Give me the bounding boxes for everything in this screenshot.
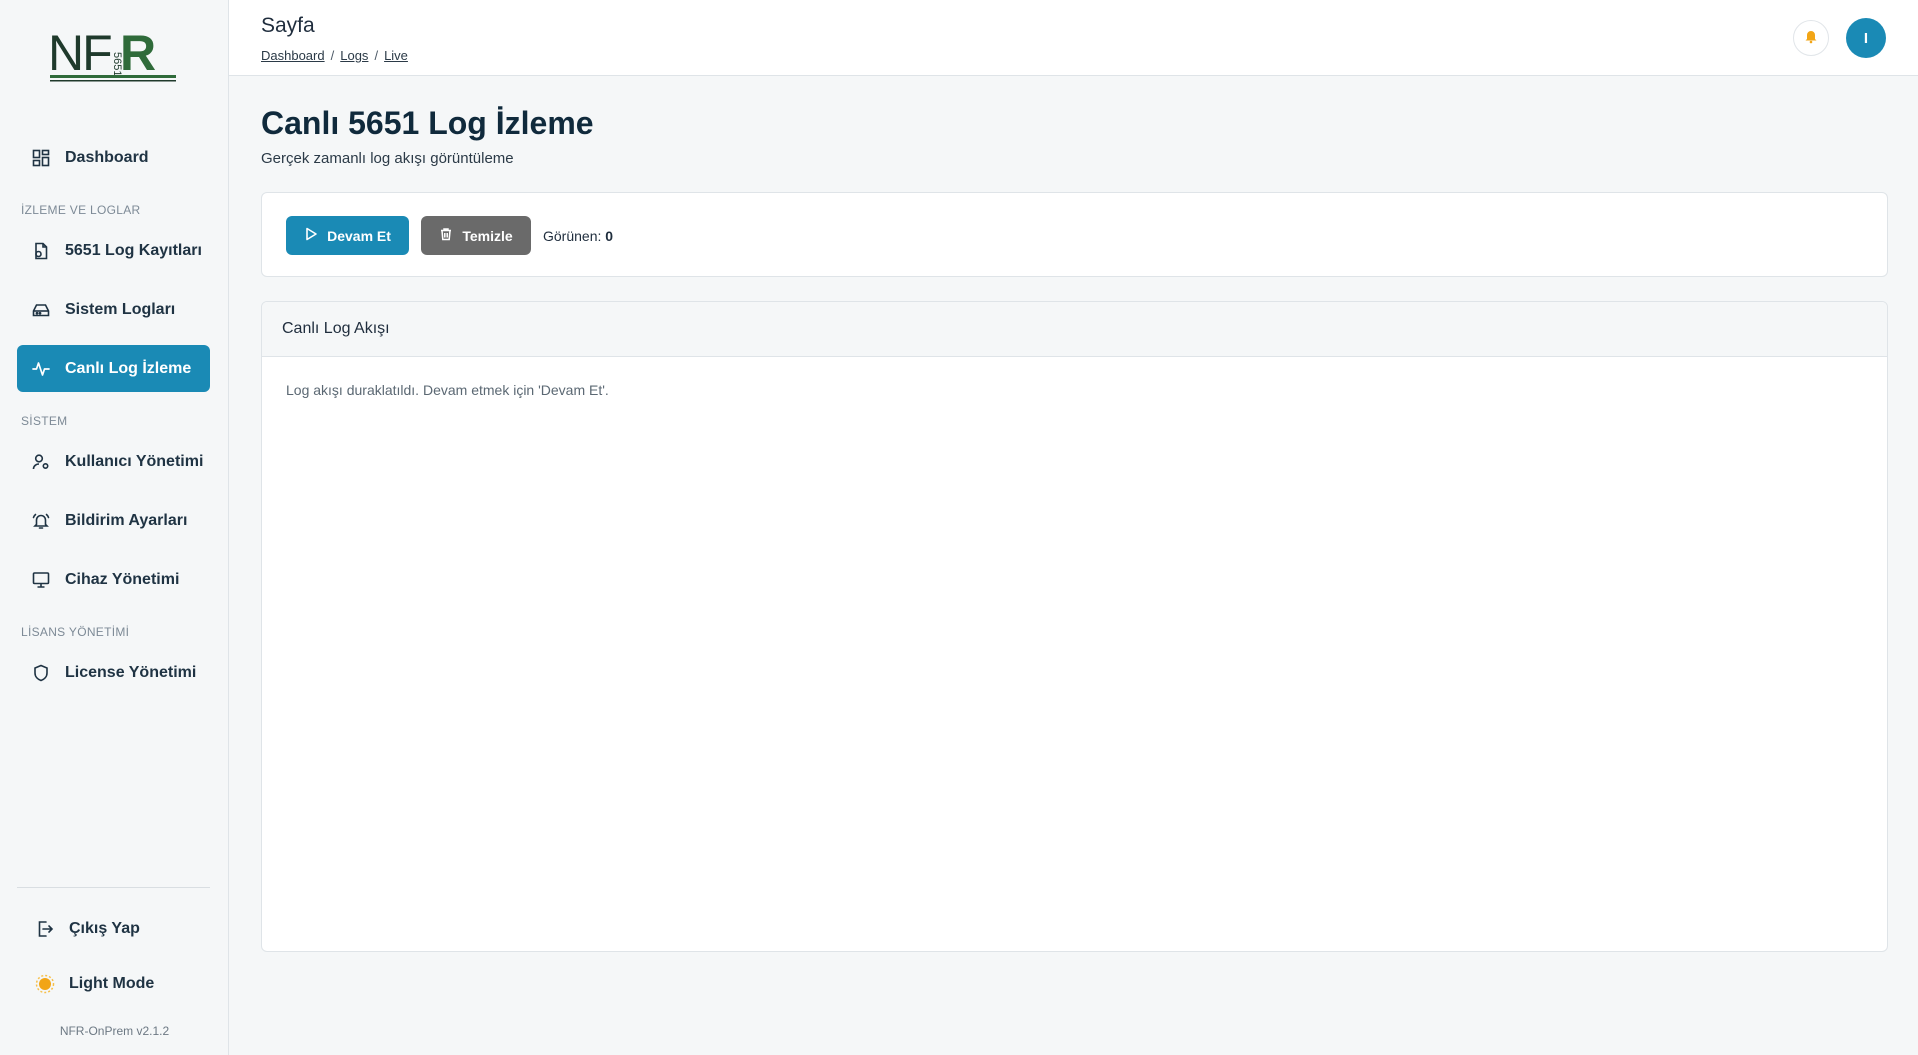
controls-card: Devam Et Temizle Görünen: 0 (261, 192, 1888, 277)
user-cog-icon (31, 452, 51, 472)
sidebar-item-label: Canlı Log İzleme (65, 359, 192, 377)
page-title: Canlı 5651 Log İzleme (261, 105, 594, 141)
sidebar-item-live-monitoring[interactable]: Canlı Log İzleme (17, 345, 210, 392)
sidebar-divider (17, 887, 210, 888)
breadcrumb-live[interactable]: Live (384, 48, 408, 63)
sidebar-item-user-management[interactable]: Kullanıcı Yönetimi (17, 438, 210, 485)
nfr-logo[interactable]: NF R 5651 (48, 25, 180, 86)
bell-icon (1803, 28, 1819, 49)
sidebar-item-label: Bildirim Ayarları (65, 511, 188, 529)
clear-button[interactable]: Temizle (421, 216, 531, 255)
clear-label: Temizle (462, 227, 513, 244)
theme-toggle-button[interactable]: Light Mode (21, 960, 214, 1007)
sidebar-item-label: Sistem Logları (65, 300, 176, 318)
breadcrumb-separator: / (330, 48, 335, 63)
sidebar-item-label: 5651 Log Kayıtları (65, 241, 202, 259)
seen-count: 0 (605, 228, 614, 244)
breadcrumb-separator: / (374, 48, 379, 63)
sidebar-item-system-logs[interactable]: Sistem Logları (17, 286, 210, 333)
breadcrumb-dashboard[interactable]: Dashboard (261, 48, 325, 63)
stream-header: Canlı Log Akışı (262, 302, 1887, 357)
stream-paused-message: Log akışı duraklatıldı. Devam etmek için… (286, 382, 609, 398)
sidebar-item-log-records[interactable]: 5651 Log Kayıtları (17, 227, 210, 274)
user-avatar[interactable]: I (1846, 18, 1886, 58)
file-log-icon (31, 241, 51, 261)
sidebar: NF R 5651 Dashboard İZLEME VE LOGLAR 565… (0, 0, 229, 1055)
sidebar-item-label: Dashboard (65, 148, 149, 166)
logout-label: Çıkış Yap (69, 919, 140, 937)
activity-icon (31, 359, 51, 379)
monitor-icon (31, 570, 51, 590)
bell-ring-icon (31, 511, 51, 531)
sidebar-item-label: Cihaz Yönetimi (65, 570, 180, 588)
topbar: Sayfa Dashboard / Logs / Live I (229, 0, 1918, 76)
resume-label: Devam Et (327, 227, 391, 244)
play-icon (304, 227, 318, 244)
app-version: NFR-OnPrem v2.1.2 (59, 1024, 170, 1038)
theme-toggle-label: Light Mode (69, 974, 155, 992)
section-label-system: SİSTEM (21, 414, 68, 428)
notifications-button[interactable] (1793, 20, 1829, 56)
svg-text:5651: 5651 (111, 52, 123, 76)
section-label-monitoring: İZLEME VE LOGLAR (21, 203, 141, 217)
trash-icon (439, 227, 453, 244)
app-root: NF R 5651 Dashboard İZLEME VE LOGLAR 565… (0, 0, 1918, 1055)
dashboard-icon (31, 148, 51, 168)
svg-text:R: R (120, 30, 156, 81)
live-log-stream-card: Canlı Log Akışı Log akışı duraklatıldı. … (261, 301, 1888, 952)
hard-drive-icon (31, 300, 51, 320)
seen-counter: Görünen: 0 (543, 228, 613, 244)
sidebar-item-dashboard[interactable]: Dashboard (17, 134, 210, 181)
log-out-icon (35, 919, 55, 939)
sidebar-item-label: Kullanıcı Yönetimi (65, 452, 204, 470)
main-content: Sayfa Dashboard / Logs / Live I Canlı 56… (229, 0, 1918, 1055)
breadcrumb-logs[interactable]: Logs (340, 48, 368, 63)
shield-icon (31, 663, 51, 683)
sidebar-item-license-management[interactable]: License Yönetimi (17, 649, 210, 696)
logout-button[interactable]: Çıkış Yap (21, 905, 214, 952)
breadcrumb: Dashboard / Logs / Live (261, 48, 408, 63)
sidebar-item-label: License Yönetimi (65, 663, 197, 681)
seen-label: Görünen: (543, 228, 602, 244)
page-name: Sayfa (261, 14, 315, 37)
resume-button[interactable]: Devam Et (286, 216, 409, 255)
sidebar-item-device-management[interactable]: Cihaz Yönetimi (17, 556, 210, 603)
sidebar-item-notification-settings[interactable]: Bildirim Ayarları (17, 497, 210, 544)
svg-text:NF: NF (48, 30, 111, 81)
section-label-license: LİSANS YÖNETİMİ (21, 625, 130, 639)
page-subtitle: Gerçek zamanlı log akışı görüntüleme (261, 150, 514, 167)
sun-icon (35, 974, 55, 994)
